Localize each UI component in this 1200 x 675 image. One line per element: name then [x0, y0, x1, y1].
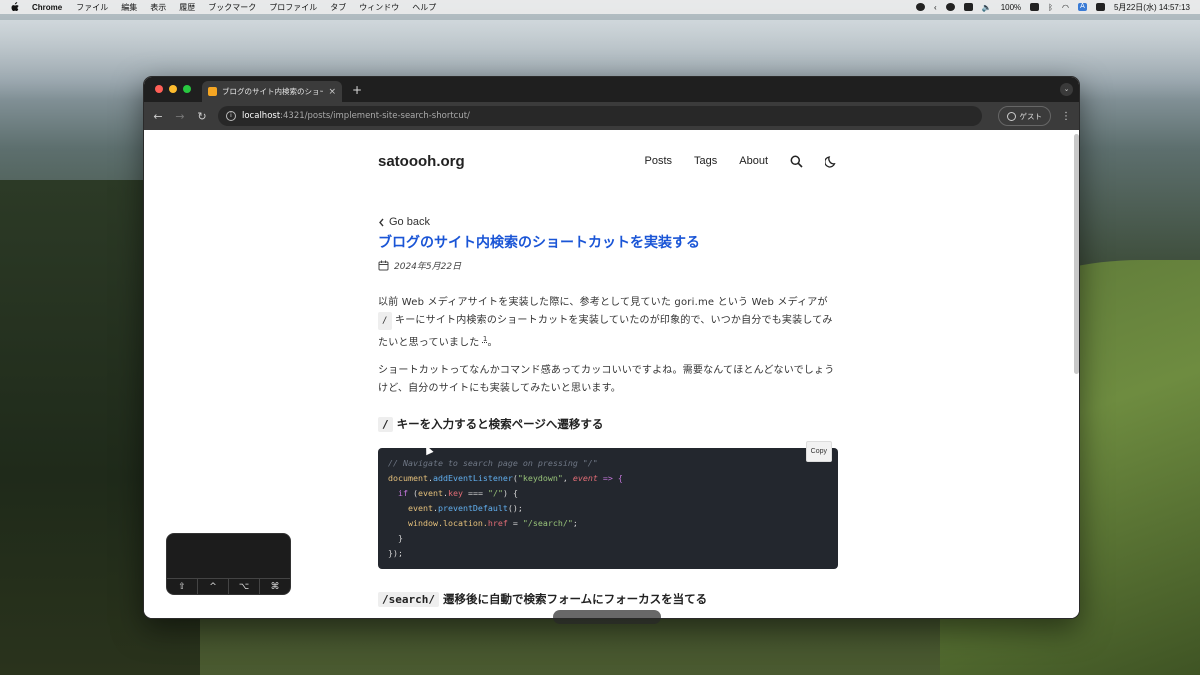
address-bar[interactable]: i localhost:4321/posts/implement-site-se…	[218, 106, 982, 126]
code-block: Copy // Navigate to search page on press…	[378, 441, 838, 570]
section-heading-1: / キーを入力すると検索ページへ遷移する	[378, 416, 838, 432]
search-icon[interactable]	[790, 155, 803, 168]
screen-icon[interactable]	[963, 3, 973, 11]
menubar-view[interactable]: 表示	[150, 2, 166, 13]
nav-posts-link[interactable]: Posts	[644, 155, 672, 167]
play-icon[interactable]	[945, 3, 955, 11]
window-controls	[155, 85, 191, 93]
heading-2-code: /search/	[378, 591, 439, 607]
menubar-tab[interactable]: タブ	[330, 2, 346, 13]
keystroke-overlay: ⇧ ^ ⌥ ⌘	[166, 533, 291, 595]
option-key-icon: ⌥	[229, 579, 260, 594]
tab-search-chevron-icon[interactable]: ⌄	[1060, 83, 1073, 96]
code-line-2: document.addEventListener("keydown", eve…	[388, 473, 623, 484]
para1-text-a: 以前 Web メディアサイトを実装した際に、参考として見ていた gori.me …	[378, 297, 828, 308]
code-line-7: });	[388, 548, 403, 559]
browser-tab-active[interactable]: ブログのサイト内検索のショート ×	[202, 81, 342, 102]
record-icon[interactable]	[916, 3, 926, 11]
slash-key-code: /	[378, 312, 392, 330]
battery-percent: 100%	[1000, 2, 1022, 12]
code-line-3: if (event.key === "/") {	[398, 488, 518, 499]
heading-1-text: キーを入力すると検索ページへ遷移する	[396, 417, 604, 432]
site-favicon-icon	[208, 87, 217, 96]
menubar-file[interactable]: ファイル	[76, 2, 108, 13]
menubar-clock[interactable]: 5月22日(水) 14:57:13	[1114, 2, 1190, 13]
menubar-app-name[interactable]: Chrome	[32, 3, 62, 12]
para1-text-b: キーにサイト内検索のショートカットを実装していたのが印象的で、いつか自分でも実装…	[378, 315, 833, 349]
minimize-window-button[interactable]	[169, 85, 177, 93]
floating-toolbar[interactable]	[553, 610, 661, 624]
forward-arrow-icon[interactable]: →	[174, 110, 186, 123]
nav-tags-link[interactable]: Tags	[694, 155, 717, 167]
input-source-icon[interactable]: A	[1077, 3, 1087, 11]
profile-button[interactable]: ゲスト	[997, 106, 1051, 126]
control-key-icon: ^	[198, 579, 229, 594]
code-line-6: }	[388, 533, 403, 544]
menubar-profiles[interactable]: プロファイル	[269, 2, 317, 13]
command-key-icon: ⌘	[270, 582, 280, 592]
profile-avatar-icon	[1006, 111, 1016, 121]
menubar-edit[interactable]: 編集	[121, 2, 137, 13]
volume-icon[interactable]: 🔈	[982, 3, 992, 12]
menubar-history[interactable]: 履歴	[179, 2, 195, 13]
bluetooth-icon[interactable]: ᛒ	[1048, 3, 1053, 12]
mac-menubar: Chrome ファイル 編集 表示 履歴 ブックマーク プロファイル タブ ウィ…	[0, 0, 1200, 14]
browser-toolbar: ← → ↻ i localhost:4321/posts/implement-s…	[144, 102, 1079, 130]
page-container: satoooh.org Posts Tags About Go back ブログ…	[378, 130, 838, 607]
tab-title: ブログのサイト内検索のショート	[222, 87, 324, 96]
site-nav: Posts Tags About	[644, 155, 838, 168]
chevron-left-icon[interactable]: ‹	[934, 3, 937, 12]
menubar-window[interactable]: ウィンドウ	[359, 2, 399, 13]
go-back-label: Go back	[389, 216, 430, 228]
battery-icon[interactable]	[1030, 3, 1040, 11]
code-line-1: // Navigate to search page on pressing "…	[388, 458, 598, 469]
url-path: :4321/posts/implement-site-search-shortc…	[280, 111, 470, 121]
code-line-4: event.preventDefault();	[407, 503, 523, 514]
site-brand-link[interactable]: satoooh.org	[378, 153, 465, 170]
modifier-keys-row: ⇧ ^ ⌥ ⌘	[167, 578, 290, 594]
profile-label: ゲスト	[1019, 111, 1043, 121]
close-tab-icon[interactable]: ×	[328, 87, 336, 97]
post-date-text: 2024年5月22日	[394, 262, 462, 272]
go-back-link[interactable]: Go back	[378, 216, 838, 228]
post-date: 2024年5月22日	[378, 259, 838, 272]
site-header: satoooh.org Posts Tags About	[378, 130, 838, 200]
menubar-bookmarks[interactable]: ブックマーク	[208, 2, 256, 13]
nav-about-link[interactable]: About	[739, 155, 768, 167]
tab-strip: ブログのサイト内検索のショート × + ⌄	[144, 77, 1079, 102]
new-tab-button[interactable]: +	[352, 83, 362, 97]
post-paragraph-1: 以前 Web メディアサイトを実装した際に、参考として見ていた gori.me …	[378, 294, 838, 352]
heading-2-text: 遷移後に自動で検索フォームにフォーカスを当てる	[442, 592, 708, 607]
page-scrollbar[interactable]	[1074, 134, 1079, 374]
apple-icon[interactable]	[10, 2, 20, 12]
copy-code-button[interactable]: Copy	[805, 441, 832, 463]
para1-end: 。	[487, 337, 498, 349]
chevron-left-icon	[379, 218, 384, 226]
reload-icon[interactable]: ↻	[196, 110, 208, 123]
site-info-icon[interactable]: i	[226, 111, 236, 121]
close-window-button[interactable]	[155, 85, 163, 93]
heading-1-code: /	[378, 416, 393, 432]
dark-mode-moon-icon[interactable]	[825, 155, 838, 168]
control-center-icon[interactable]	[1095, 3, 1105, 11]
menubar-status-area: ‹ 🔈 100% ᛒ ◠ A 5月22日(水) 14:57:13	[916, 2, 1190, 13]
wifi-icon[interactable]: ◠	[1062, 3, 1069, 12]
back-arrow-icon[interactable]: ←	[152, 110, 164, 123]
section-heading-2: /search/ 遷移後に自動で検索フォームにフォーカスを当てる	[378, 591, 838, 607]
post-paragraph-2: ショートカットってなんかコマンド感あってカッコいいですよね。需要なんてほとんどな…	[378, 365, 835, 395]
menubar-help[interactable]: ヘルプ	[412, 2, 436, 13]
shift-key-icon: ⇧	[167, 579, 198, 594]
calendar-icon	[378, 260, 389, 271]
code-line-5: window.location.href = "/search/";	[407, 518, 578, 529]
more-menu-icon[interactable]: ⋮	[1061, 111, 1071, 122]
zoom-window-button[interactable]	[183, 85, 191, 93]
post-title: ブログのサイト内検索のショートカットを実装する	[378, 235, 700, 251]
url-host: localhost	[242, 111, 281, 121]
